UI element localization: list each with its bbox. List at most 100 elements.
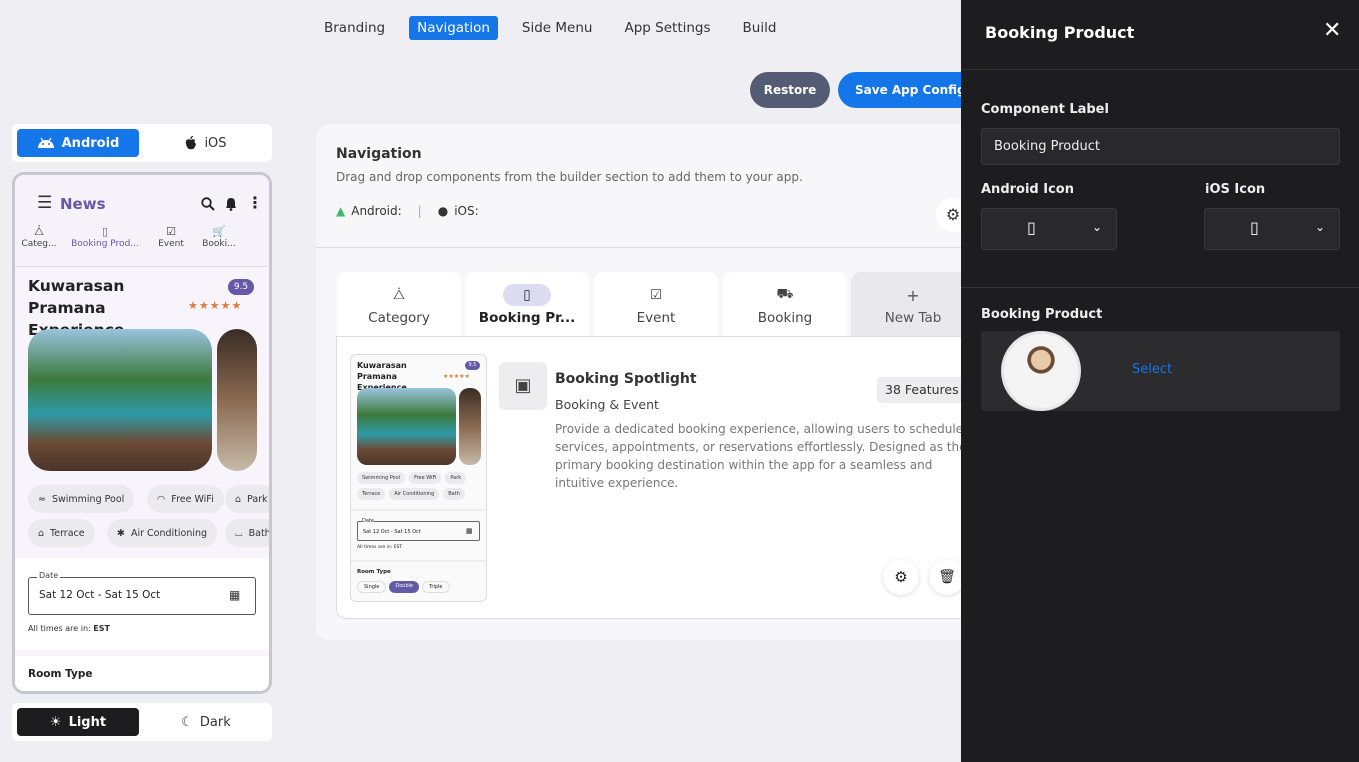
- nav-tab-category[interactable]: ⧊ Category: [337, 272, 461, 336]
- theme-toggle: ☀ Light ☾ Dark: [12, 703, 272, 741]
- amenity-chip: ⌂ Park: [225, 485, 269, 513]
- save-app-config-button[interactable]: Save App Config: [838, 72, 968, 108]
- wifi-icon: ◠: [157, 493, 166, 505]
- component-label-input[interactable]: Booking Product: [981, 128, 1340, 165]
- dark-option[interactable]: ☾ Dark: [145, 708, 267, 736]
- device-icon: ▯: [101, 225, 109, 238]
- bath-icon: ⌴: [235, 527, 243, 539]
- rating-stars: ★★★★★: [443, 373, 470, 380]
- android-icon: ▲: [336, 204, 346, 218]
- calendar-icon[interactable]: ▦: [229, 588, 240, 602]
- features-badge: 38 Features: [877, 377, 967, 403]
- room-type-section: Room Type: [15, 656, 269, 691]
- section-title: Navigation: [336, 146, 422, 162]
- menu-icon[interactable]: ☰: [37, 193, 52, 213]
- hotel-photo-2: [459, 388, 481, 465]
- hotel-photo-2: [217, 329, 257, 471]
- navigation-card: Navigation Drag and drop components from…: [316, 124, 976, 640]
- phone-tab-booking[interactable]: 🛒 Booki...: [195, 225, 243, 266]
- bell-icon[interactable]: [225, 197, 237, 211]
- device-icon: ▯: [1250, 218, 1259, 237]
- device-icon: ▯: [503, 284, 551, 306]
- more-icon[interactable]: ⋮: [247, 193, 263, 212]
- calendar-check-icon: ☑: [166, 225, 176, 238]
- timezone-text: All times are in: EST: [28, 624, 110, 633]
- android-icon-select[interactable]: ▯ ⌄: [981, 208, 1117, 250]
- phone-tab-event[interactable]: ☑ Event: [147, 225, 195, 266]
- car-icon: ⌂: [235, 493, 242, 505]
- chevron-down-icon: ⌄: [1092, 220, 1103, 234]
- snowflake-icon: ✱: [117, 527, 125, 539]
- booking-spotlight-icon: ▣: [499, 362, 547, 410]
- hotel-photo: [357, 388, 456, 465]
- platform-toggle: Android iOS: [12, 124, 272, 162]
- divider: [351, 509, 486, 511]
- search-icon[interactable]: [201, 197, 215, 211]
- room-options: Single Double Triple: [357, 581, 450, 593]
- restore-button[interactable]: Restore: [750, 72, 830, 108]
- ios-icon-heading: iOS Icon: [1205, 182, 1266, 197]
- nav-tab-new[interactable]: + New Tab: [851, 272, 975, 336]
- phone-tab-category[interactable]: ⧊ Categ...: [15, 225, 63, 266]
- product-row: Select: [981, 331, 1340, 411]
- phone-tabs: ⧊ Categ... ▯ Booking Prod... ☑ Event 🛒 Booki…: [15, 225, 269, 267]
- section-description: Drag and drop components from the builde…: [336, 170, 803, 184]
- amenity-chip: ⌂ Terrace: [28, 519, 95, 547]
- date-field[interactable]: Date Sat 12 Oct - Sat 15 Oct ▦: [28, 571, 256, 615]
- gear-icon: ⚙: [945, 205, 961, 224]
- plus-icon: +: [906, 285, 920, 305]
- tab-app-settings[interactable]: App Settings: [616, 16, 718, 40]
- component-title: Booking Spotlight: [555, 371, 697, 387]
- divider: [961, 69, 1359, 70]
- component-area: Kuwarasan Pramana Experience 9.5 ★★★★★ S…: [336, 336, 976, 619]
- nav-tab-event[interactable]: ☑ Event: [594, 272, 718, 336]
- sun-icon: ☀: [49, 714, 62, 730]
- amenity-chip: ✱ Air Conditioning: [107, 519, 218, 547]
- platform-labels: ▲ Android: | ● iOS:: [336, 204, 479, 218]
- select-link[interactable]: Select: [1132, 362, 1172, 377]
- ios-option[interactable]: iOS: [145, 129, 267, 157]
- phone-tab-booking-product[interactable]: ▯ Booking Prod...: [63, 225, 147, 266]
- android-label: Android: [61, 135, 120, 151]
- properties-panel: Booking Product ✕ Component Label Bookin…: [961, 0, 1359, 762]
- pool-icon: ≈: [38, 493, 46, 505]
- amenity-chip: ◠ Free WiFi: [147, 485, 224, 513]
- light-option[interactable]: ☀ Light: [17, 708, 139, 736]
- nav-tab-booking-product[interactable]: ▯ Booking Pr...: [465, 272, 589, 336]
- divider: [351, 560, 486, 562]
- panel-title: Booking Product: [985, 23, 1135, 42]
- component-category: Booking & Event: [555, 397, 659, 412]
- close-icon[interactable]: ✕: [1323, 18, 1341, 43]
- divider: |: [417, 204, 422, 218]
- date-section: Date Sat 12 Oct - Sat 15 Oct ▦ All times…: [15, 558, 269, 650]
- rating-stars: ★★★★★: [188, 299, 243, 312]
- nav-tab-booking[interactable]: ⛟ Booking: [723, 272, 847, 336]
- tab-branding[interactable]: Branding: [316, 16, 393, 40]
- android-option[interactable]: Android: [17, 129, 139, 157]
- tab-side-menu[interactable]: Side Menu: [514, 16, 601, 40]
- score-badge: 9.5: [228, 279, 254, 295]
- ios-icon-select[interactable]: ▯ ⌄: [1204, 208, 1340, 250]
- product-avatar: [1001, 331, 1081, 411]
- android-icon: [37, 137, 54, 148]
- tab-navigation[interactable]: Navigation: [409, 16, 498, 40]
- amenity-chip: ⌴ Bath: [225, 519, 269, 547]
- phone-title: News: [60, 195, 106, 213]
- trash-icon: 🗑: [938, 569, 956, 585]
- component-description: Provide a dedicated booking experience, …: [555, 422, 967, 490]
- cart-icon: 🛒: [212, 225, 226, 238]
- component-preview[interactable]: Kuwarasan Pramana Experience 9.5 ★★★★★ S…: [350, 354, 487, 602]
- moon-icon: ☾: [181, 714, 193, 730]
- component-settings-button[interactable]: ⚙: [883, 559, 919, 595]
- component-label-heading: Component Label: [981, 102, 1109, 117]
- amenity-list: Swimming Pool Free WiFi Park Terrace Air…: [357, 472, 482, 500]
- calendar-check-icon: ☑: [649, 287, 663, 303]
- chevron-down-icon: ⌄: [1315, 220, 1326, 234]
- android-icon-heading: Android Icon: [981, 182, 1074, 197]
- delete-button[interactable]: 🗑: [929, 559, 965, 595]
- date-field: Date Sat 12 Oct - Sat 15 Oct ▦: [357, 518, 480, 541]
- divider: [316, 247, 976, 248]
- amenity-chip: ≈ Swimming Pool: [28, 485, 135, 513]
- apple-icon: ●: [437, 204, 449, 218]
- tab-build[interactable]: Build: [735, 16, 785, 40]
